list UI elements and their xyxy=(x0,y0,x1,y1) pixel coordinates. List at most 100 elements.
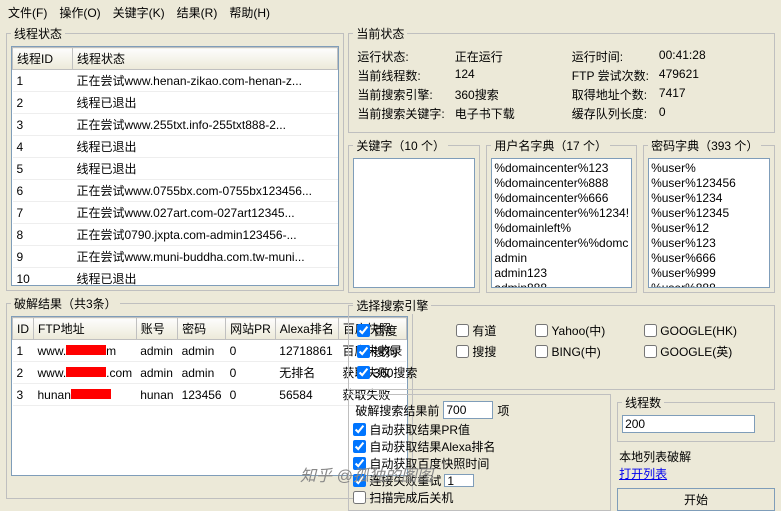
pwd-list[interactable]: %user%%user%123456%user%1234%user%12345%… xyxy=(648,158,770,288)
engine-googleen[interactable]: GOOGLE(英) xyxy=(644,343,766,360)
chk-engine-googleen[interactable] xyxy=(644,345,657,358)
list-item[interactable]: %user%12 xyxy=(651,221,767,236)
chk-engine-youdao[interactable] xyxy=(456,324,469,337)
engine-title: 选择搜索引擎 xyxy=(353,297,431,314)
col-alexa[interactable]: Alexa排名 xyxy=(275,318,338,340)
col-pwd[interactable]: 密码 xyxy=(178,318,226,340)
thread-table[interactable]: 线程ID 线程状态 1正在尝试www.henan-zikao.com-henan… xyxy=(11,46,339,286)
table-row[interactable]: 3正在尝试www.255txt.info-255txt888-2... xyxy=(13,114,338,136)
thread-count-panel: 线程数 xyxy=(617,394,775,442)
list-item[interactable]: %user%888 xyxy=(651,281,767,288)
open-list-link[interactable]: 打开列表 xyxy=(619,467,667,481)
col-thread-id[interactable]: 线程ID xyxy=(13,48,73,70)
chk-retry[interactable] xyxy=(353,474,366,487)
val-run-time: 00:41:28 xyxy=(659,48,766,65)
list-item[interactable]: admin xyxy=(494,251,629,266)
chk-engine-360[interactable] xyxy=(357,366,370,379)
menu-keyword[interactable]: 关键字(K) xyxy=(113,4,165,21)
engine-label: 360搜索 xyxy=(373,364,417,381)
thread-count-title: 线程数 xyxy=(622,394,664,411)
user-list[interactable]: %domaincenter%123%domaincenter%888%domai… xyxy=(491,158,632,288)
chk-engine-yahoo[interactable] xyxy=(535,324,548,337)
start-button[interactable]: 开始 xyxy=(617,488,775,511)
list-item[interactable]: %domaincenter%%1234! xyxy=(494,206,629,221)
list-item[interactable]: %user%999 xyxy=(651,266,767,281)
lbl-baidu: 自动获取百度快照时间 xyxy=(369,455,489,472)
col-pr[interactable]: 网站PR xyxy=(226,318,276,340)
engine-360[interactable]: 360搜索 xyxy=(357,364,446,381)
chk-shutdown[interactable] xyxy=(353,491,366,504)
val-keyword: 电子书下载 xyxy=(455,105,562,122)
thread-count-input[interactable] xyxy=(622,415,755,433)
chk-engine-sogou[interactable] xyxy=(357,345,370,358)
opt-count-input[interactable] xyxy=(443,401,493,419)
chk-pr[interactable] xyxy=(353,423,366,436)
table-row[interactable]: 1正在尝试www.henan-zikao.com-henan-z... xyxy=(13,70,338,92)
list-item[interactable]: admin123 xyxy=(494,266,629,281)
table-row[interactable]: 6正在尝试www.0755bx.com-0755bx123456... xyxy=(13,180,338,202)
keyword-list[interactable] xyxy=(353,158,475,288)
lbl-pr: 自动获取结果PR值 xyxy=(369,421,470,438)
col-id[interactable]: ID xyxy=(13,318,34,340)
list-item[interactable]: %user%123456 xyxy=(651,176,767,191)
engine-label: GOOGLE(HK) xyxy=(660,324,737,338)
engine-label: 有道 xyxy=(472,322,496,339)
engine-soso[interactable]: 搜搜 xyxy=(456,343,525,360)
list-item[interactable]: %domaincenter%666 xyxy=(494,191,629,206)
col-user[interactable]: 账号 xyxy=(136,318,177,340)
opt-suffix: 项 xyxy=(497,402,509,419)
chk-engine-soso[interactable] xyxy=(456,345,469,358)
menu-help[interactable]: 帮助(H) xyxy=(229,4,270,21)
list-item[interactable]: admin888 xyxy=(494,281,629,288)
table-row[interactable]: 5线程已退出 xyxy=(13,158,338,180)
col-thread-status[interactable]: 线程状态 xyxy=(73,48,338,70)
current-status-panel: 当前状态 运行状态: 正在运行 运行时间: 00:41:28 当前线程数: 12… xyxy=(348,25,775,133)
table-row[interactable]: 2线程已退出 xyxy=(13,92,338,114)
retry-count-input[interactable] xyxy=(444,474,474,487)
options-panel: 破解搜索结果前 项 自动获取结果PR值 自动获取结果Alexa排名 自动获取百度… xyxy=(348,394,611,511)
list-item[interactable]: %user%666 xyxy=(651,251,767,266)
list-item[interactable]: %user%1234 xyxy=(651,191,767,206)
chk-engine-baidu[interactable] xyxy=(357,324,370,337)
list-item[interactable]: %user% xyxy=(651,161,767,176)
chk-engine-googlehk[interactable] xyxy=(644,324,657,337)
table-row[interactable]: 9正在尝试www.muni-buddha.com.tw-muni... xyxy=(13,246,338,268)
table-row[interactable]: 8正在尝试0790.jxpta.com-admin123456-... xyxy=(13,224,338,246)
keyword-dict-panel: 关键字（10 个） xyxy=(348,137,480,293)
val-engine: 360搜索 xyxy=(455,86,562,103)
chk-alexa[interactable] xyxy=(353,440,366,453)
engine-label: BING(中) xyxy=(551,343,600,360)
list-item[interactable]: %domaincenter%%domc xyxy=(494,236,629,251)
engine-sogou[interactable]: 搜狗 xyxy=(357,343,446,360)
menu-operate[interactable]: 操作(O) xyxy=(59,4,100,21)
table-row[interactable]: 3hunanhunan123456056584获取失败 xyxy=(13,384,407,406)
menu-bar: 文件(F) 操作(O) 关键字(K) 结果(R) 帮助(H) xyxy=(0,0,781,25)
lbl-keyword: 当前搜索关键字: xyxy=(357,105,444,122)
lbl-retry: 连接失败重试 xyxy=(369,472,441,489)
table-row[interactable]: 7正在尝试www.027art.com-027art12345... xyxy=(13,202,338,224)
table-row[interactable]: 4线程已退出 xyxy=(13,136,338,158)
val-got-urls: 7417 xyxy=(659,86,766,103)
engine-bing[interactable]: BING(中) xyxy=(535,343,634,360)
col-ftp[interactable]: FTP地址 xyxy=(34,318,137,340)
list-item[interactable]: %domainleft% xyxy=(494,221,629,236)
list-item[interactable]: %domaincenter%123 xyxy=(494,161,629,176)
menu-result[interactable]: 结果(R) xyxy=(177,4,218,21)
val-thread-count: 124 xyxy=(455,67,562,84)
list-item[interactable]: %domaincenter%888 xyxy=(494,176,629,191)
chk-engine-bing[interactable] xyxy=(535,345,548,358)
list-item[interactable]: %user%123 xyxy=(651,236,767,251)
menu-file[interactable]: 文件(F) xyxy=(8,4,47,21)
engine-googlehk[interactable]: GOOGLE(HK) xyxy=(644,322,766,339)
engine-label: 百度 xyxy=(373,322,397,339)
table-row[interactable]: 1www.madminadmin012718861百度未收录 xyxy=(13,340,407,362)
engine-baidu[interactable]: 百度 xyxy=(357,322,446,339)
engine-youdao[interactable]: 有道 xyxy=(456,322,525,339)
engine-yahoo[interactable]: Yahoo(中) xyxy=(535,322,634,339)
chk-baidu[interactable] xyxy=(353,457,366,470)
lbl-alexa: 自动获取结果Alexa排名 xyxy=(369,438,495,455)
lbl-engine: 当前搜索引擎: xyxy=(357,86,444,103)
list-item[interactable]: %user%12345 xyxy=(651,206,767,221)
table-row[interactable]: 2www..comadminadmin0无排名获取失败 xyxy=(13,362,407,384)
table-row[interactable]: 10线程已退出 xyxy=(13,268,338,287)
